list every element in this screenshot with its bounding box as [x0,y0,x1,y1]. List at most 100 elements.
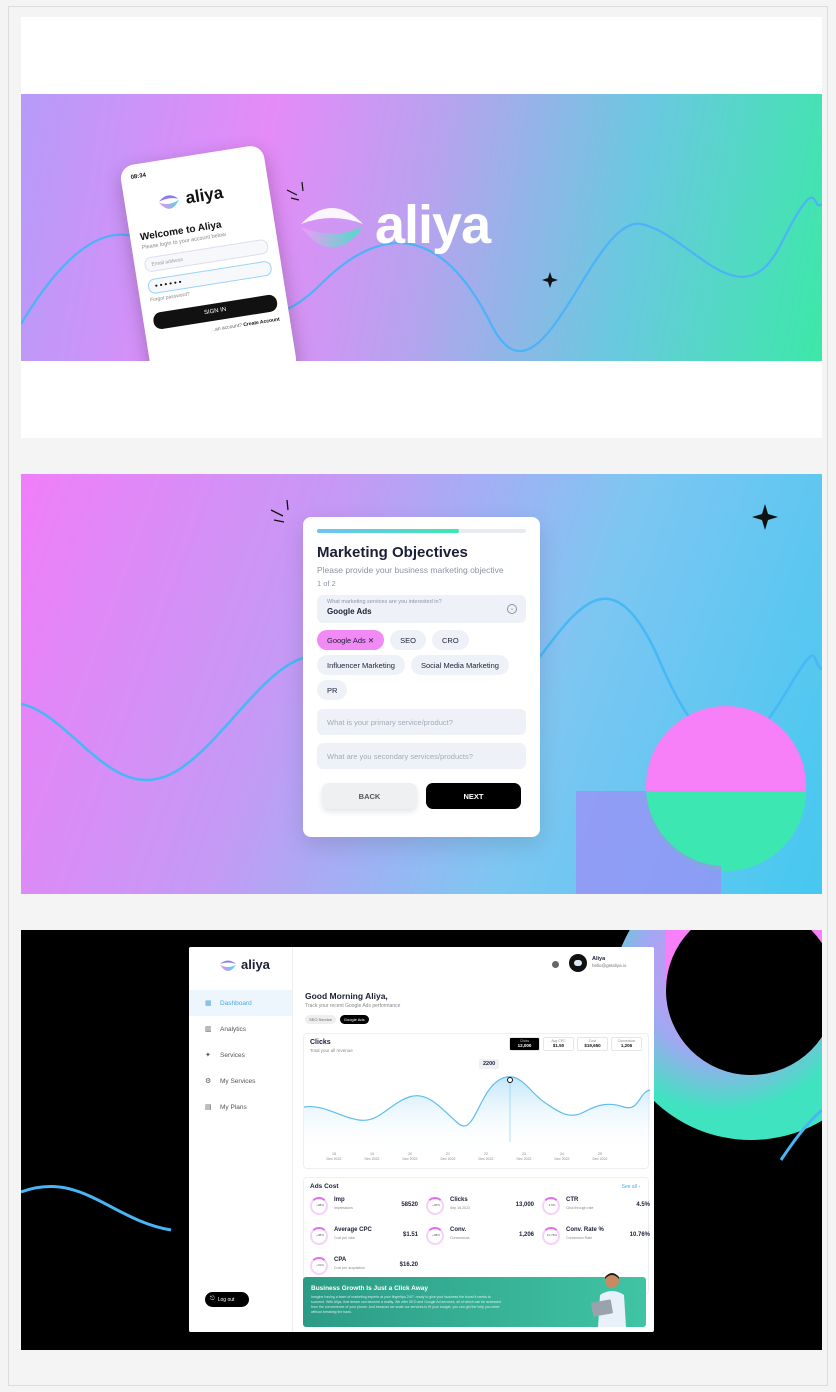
chip-label: CRO [442,636,459,645]
service-chip[interactable]: Google Ads ✕ [317,630,385,650]
sidebar-nav: ▦ Dashboard ▥ Analytics ✦ Services ⚙ My Service… [189,990,292,1120]
gear-icon: ⚙ [205,1077,212,1085]
stat-value: 12,000 [517,1043,532,1048]
step-indicator: 1 of 2 [317,579,336,588]
dashboard-window: aliya ▦ Dashboard ▥ Analytics ✦ Services ⚙ My S… [189,947,654,1332]
service-tabs: SEO Service Google Ads [293,1015,654,1024]
tab-seo-service[interactable]: SEO Service [305,1015,336,1024]
service-chip[interactable]: Influencer Marketing [317,655,405,675]
phone-logo: aliya [156,177,261,213]
brand-logo: aliya [297,194,491,256]
service-chip[interactable]: PR [317,680,348,700]
secondary-services-input[interactable]: What are you secondary services/products… [317,743,526,769]
notification-icon[interactable] [552,961,559,968]
sidebar-item-my-services[interactable]: ⚙ My Services [189,1068,292,1094]
service-chip[interactable]: Social Media Marketing [410,655,509,675]
clicks-chart-card: Clicks Total your all revenue Clicks 12,0… [303,1033,650,1169]
dashboard-logo[interactable]: aliya [219,957,292,972]
logout-button[interactable]: ⎋ Log out [205,1292,249,1307]
metric-value: 13,000 [515,1202,534,1208]
metric-name: Average CPC [334,1227,372,1233]
sidebar-item-services[interactable]: ✦ Services [189,1042,292,1068]
metric-value: $1.51 [402,1232,418,1238]
phone-brand: aliya [184,182,225,208]
metric-description: Sep 16,2023 [450,1206,470,1210]
stat-conversion[interactable]: Conversion 1,206 [611,1037,642,1051]
metric-cpa: +31% CPA Cost per acquisition $16.20 [310,1255,418,1277]
banner-text: Imagine having a team of marketing exper… [311,1295,501,1314]
greeting-title: Good Morning Aliya, [305,991,388,1001]
marketing-objectives-card: Marketing Objectives Please provide your… [303,517,540,837]
avatar[interactable] [569,954,587,972]
x-tick-label: 19 Dec 2022 [360,1152,384,1162]
logout-label: Log out [217,1296,235,1303]
card-actions: BACK NEXT [317,783,526,809]
sidebar-item-dashboard[interactable]: ▦ Dashboard [189,990,292,1016]
select-value: Google Ads [327,607,372,616]
dashboard-brand: aliya [241,957,270,972]
chart-subtitle: Total your all revenue [310,1048,353,1053]
metric-name: Imp [334,1197,345,1203]
document-icon: ▤ [205,1103,212,1111]
x-tick-month: Dec 2022 [516,1157,532,1161]
x-tick-month: Dec 2022 [554,1157,570,1161]
metric-name: Conv. Rate % [566,1227,604,1233]
x-tick-month: Dec 2022 [326,1157,342,1161]
top-header: Aliya hello@getaliya.io [293,947,654,983]
clicks-line-chart [304,1076,650,1152]
stat-clicks[interactable]: Clicks 12,000 [509,1037,540,1051]
primary-service-input[interactable]: What is your primary service/product? [317,709,526,735]
x-tick-month: Dec 2022 [440,1157,456,1161]
service-chip[interactable]: SEO [390,630,426,650]
sidebar-item-label: Dashboard [220,999,252,1007]
metric-description: Impressions [334,1206,353,1210]
aliya-logo-icon [220,960,236,971]
stat-cost[interactable]: Cost $19,650 [577,1037,608,1051]
stat-value: $1.50 [552,1043,565,1048]
progress-bar [317,529,526,533]
metric-value: 10.76% [629,1232,650,1238]
close-icon[interactable]: ✕ [366,636,374,645]
metric-imp: +38% Imp Impressions 58520 [310,1195,418,1217]
chip-label: Google Ads [327,636,366,645]
x-tick-month: Dec 2022 [364,1157,380,1161]
services-select[interactable]: What marketing services are you interest… [317,595,526,623]
metric-description: Cost per click [334,1236,356,1240]
stat-avg-cpc[interactable]: Avg CPC $1.50 [543,1037,574,1051]
metric-name: Conv. [450,1227,467,1233]
x-tick-label: 21 Dec 2022 [436,1152,460,1162]
x-tick-label: 24 Dec 2022 [550,1152,574,1162]
chip-label: Influencer Marketing [327,661,395,670]
x-tick-label: 23 Dec 2022 [512,1152,536,1162]
chart-title: Clicks [310,1039,331,1046]
metric-change: 4.5% [548,1203,556,1207]
bar-chart-icon: ▥ [205,1025,212,1033]
chevron-down-icon: ⌄ [507,604,517,614]
next-button[interactable]: NEXT [426,783,521,809]
tab-google-ads[interactable]: Google Ads [339,1015,369,1024]
service-chip[interactable]: CRO [432,630,469,650]
service-chips: Google Ads ✕ SEO CRO Influencer Marketing So… [317,630,526,700]
see-all-label: See all [621,1184,637,1190]
chart-tooltip: 2200 [479,1059,500,1069]
aliya-logo-icon [158,195,179,209]
sidebar-item-label: Services [220,1051,245,1059]
back-button[interactable]: BACK [322,783,417,809]
chevron-right-icon: › [638,1184,640,1190]
metric-description: Conversion Rate [566,1236,593,1240]
onboarding-panel: Marketing Objectives Please provide your… [21,474,822,894]
metric-name: CTR [566,1197,579,1203]
metric-change: +45% [432,1203,440,1207]
metric-conv: +38% Conv. Conversions 1,206 [426,1225,534,1247]
grid-icon: ▦ [205,999,212,1007]
see-all-link[interactable]: See all › [622,1184,640,1190]
chart-stats: Clicks 12,000 Avg CPC $1.50 Cost $19,650 Conve… [509,1037,642,1051]
metric-value: 4.5% [636,1202,650,1208]
sidebar-item-my-plans[interactable]: ▤ My Plans [189,1094,292,1120]
metric-average-cpc: +38% Average CPC Cost per click $1.51 [310,1225,418,1247]
metric-name: Clicks [450,1197,468,1203]
sidebar-item-analytics[interactable]: ▥ Analytics [189,1016,292,1042]
sidebar-item-label: Analytics [220,1025,247,1033]
create-account-link[interactable]: Create Account [243,317,280,329]
metric-change: +38% [316,1203,324,1207]
